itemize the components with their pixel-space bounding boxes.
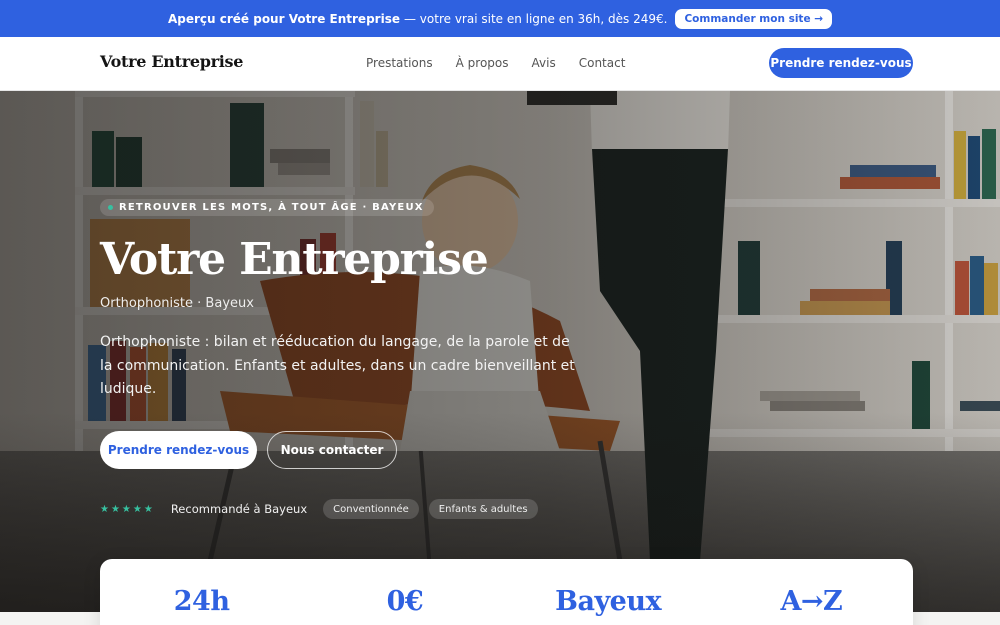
hero-description: Orthophoniste : bilan et rééducation du … xyxy=(100,334,575,397)
hero-contact-button[interactable]: Nous contacter xyxy=(267,431,397,469)
brand-logo[interactable]: Votre Entreprise xyxy=(100,52,243,71)
order-site-button[interactable]: Commander mon site → xyxy=(675,8,833,29)
trust-row: ★★★★★ Recommandé à Bayeux Conventionnée … xyxy=(100,499,538,519)
nav-appointment-button[interactable]: Prendre rendez-vous xyxy=(769,48,913,78)
nav-links: Prestations À propos Avis Contact xyxy=(366,56,625,70)
nav-link-avis[interactable]: Avis xyxy=(532,56,556,70)
hero-title: Votre Entreprise xyxy=(100,234,489,285)
hero-subtitle: Orthophoniste · Bayeux xyxy=(100,296,254,311)
nav-link-prestations[interactable]: Prestations xyxy=(366,56,433,70)
stat-0-euro: 0€ xyxy=(386,586,424,617)
hero-appointment-button[interactable]: Prendre rendez-vous xyxy=(100,431,257,469)
hero-eyebrow-badge: RETROUVER LES MOTS, À TOUT ÂGE · BAYEUX xyxy=(100,199,434,216)
nav-link-a-propos[interactable]: À propos xyxy=(456,56,509,70)
main-navigation: Votre Entreprise Prestations À propos Av… xyxy=(0,37,1000,91)
stat-a-to-z: A→Z xyxy=(780,586,843,617)
stats-card: 24h 0€ Bayeux A→Z xyxy=(100,559,913,625)
promo-banner: Aperçu créé pour Votre Entreprise — votr… xyxy=(0,0,1000,37)
rating-stars-icon: ★★★★★ xyxy=(100,503,155,515)
promo-strong-text: Aperçu créé pour Votre Entreprise xyxy=(167,11,400,26)
chip-enfants-adultes: Enfants & adultes xyxy=(428,499,538,519)
stat-24h: 24h xyxy=(173,586,230,617)
dot-icon xyxy=(108,205,113,210)
stat-bayeux: Bayeux xyxy=(555,586,662,617)
promo-rest-text: — votre vrai site en ligne en 36h, dès 2… xyxy=(403,11,668,26)
chip-conventionnee: Conventionnée xyxy=(323,499,419,519)
hero-eyebrow-text: RETROUVER LES MOTS, À TOUT ÂGE · BAYEUX xyxy=(119,202,424,213)
nav-link-contact[interactable]: Contact xyxy=(579,56,626,70)
trust-text: Recommandé à Bayeux xyxy=(170,502,308,516)
